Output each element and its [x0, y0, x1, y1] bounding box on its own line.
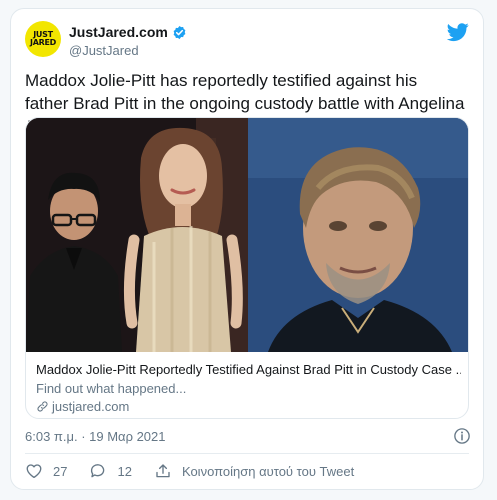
reply-button[interactable]: 12: [89, 462, 132, 480]
info-icon[interactable]: [453, 427, 471, 445]
share-label: Κοινοποίηση αυτού του Tweet: [181, 463, 355, 479]
card-domain-row[interactable]: justjared.com: [36, 399, 129, 414]
share-icon: [156, 464, 170, 478]
like-button[interactable]: 27: [25, 462, 67, 480]
verified-badge-icon: [173, 25, 186, 39]
link-icon: [37, 401, 48, 412]
avatar[interactable]: JUST JARED: [25, 21, 61, 57]
photo-right-illustration: [248, 118, 468, 352]
action-bar: 27 12 Κοινοποίηση αυτού του Tweet: [25, 461, 376, 481]
display-name[interactable]: JustJared.com: [69, 24, 168, 40]
like-count: 27: [53, 463, 68, 479]
link-preview-card[interactable]: Maddox Jolie-Pitt Reportedly Testified A…: [25, 117, 469, 419]
twitter-bird-icon[interactable]: [447, 21, 469, 43]
tweet-card[interactable]: JUST JARED JustJared.com @JustJared Madd…: [10, 8, 484, 490]
handle[interactable]: @JustJared: [69, 43, 139, 58]
heart-icon: [26, 464, 42, 479]
tweet-header: JUST JARED JustJared.com @JustJared: [25, 21, 469, 65]
tweet-timestamp[interactable]: 6:03 π.μ. · 19 Μαρ 2021: [25, 429, 166, 444]
reply-bubble-icon: [91, 464, 105, 478]
share-button[interactable]: Κοινοποίηση αυτού του Tweet: [154, 462, 354, 480]
photo-angelina-maddox: [26, 118, 248, 352]
reply-count: 12: [117, 463, 132, 479]
card-title[interactable]: Maddox Jolie-Pitt Reportedly Testified A…: [36, 362, 461, 377]
avatar-text-bottom: JARED: [30, 38, 56, 47]
card-domain: justjared.com: [52, 399, 130, 414]
card-description: Find out what happened...: [36, 381, 187, 396]
name-row: JustJared.com: [69, 24, 187, 40]
divider: [25, 453, 469, 454]
card-image[interactable]: [26, 118, 468, 352]
photo-left-illustration: [26, 118, 248, 352]
photo-brad-pitt: [248, 118, 468, 352]
